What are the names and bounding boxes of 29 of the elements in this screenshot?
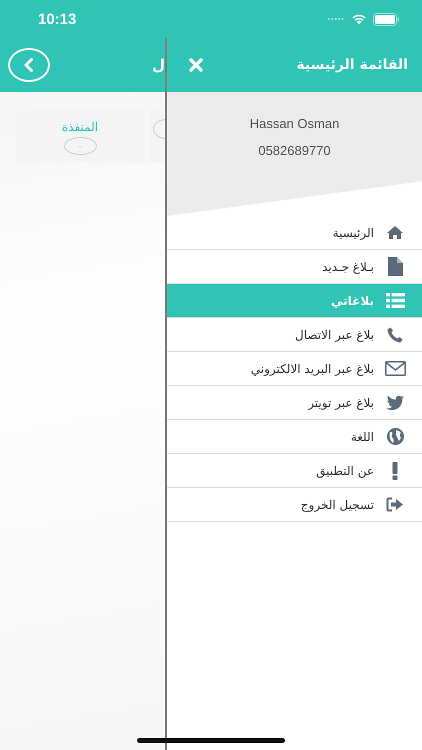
globe-icon [386,428,404,445]
bird-icon [386,395,404,410]
sign-out-icon [386,497,404,512]
menu-item[interactable]: تسجيل الخروج [167,488,422,522]
menu-item[interactable]: اللغة [167,420,422,454]
home-icon [386,225,404,240]
status-time: 10:13 [38,10,76,28]
battery-icon [373,12,400,26]
card-count: ٠ [64,137,96,155]
status-card[interactable] [149,109,165,163]
menu-item[interactable]: الرئيسية [167,216,422,250]
drawer-title: القائمة الرئيسية [296,57,408,73]
user-phone: 0582689770 [258,143,331,158]
wifi-icon [351,13,367,25]
menu-item[interactable]: بلاغ عبر الاتصال [167,318,422,352]
user-name: Hassan Osman [250,116,340,131]
close-icon[interactable] [189,58,203,72]
exclamation-icon [392,462,398,480]
back-button[interactable] [8,48,50,82]
menu-item[interactable]: عن التطبيق [167,454,422,488]
screen-title: ل [152,56,165,74]
menu-item[interactable]: بلاغ عبر البريد الالكتروني [167,352,422,386]
signal-icon [327,17,345,21]
list-icon [386,293,404,308]
card-label: المنفذة [62,119,98,135]
envelope-icon [384,361,406,376]
menu-item[interactable]: بلاغ عبر تويتر [167,386,422,420]
file-icon [388,257,402,276]
phone-icon [387,326,403,342]
